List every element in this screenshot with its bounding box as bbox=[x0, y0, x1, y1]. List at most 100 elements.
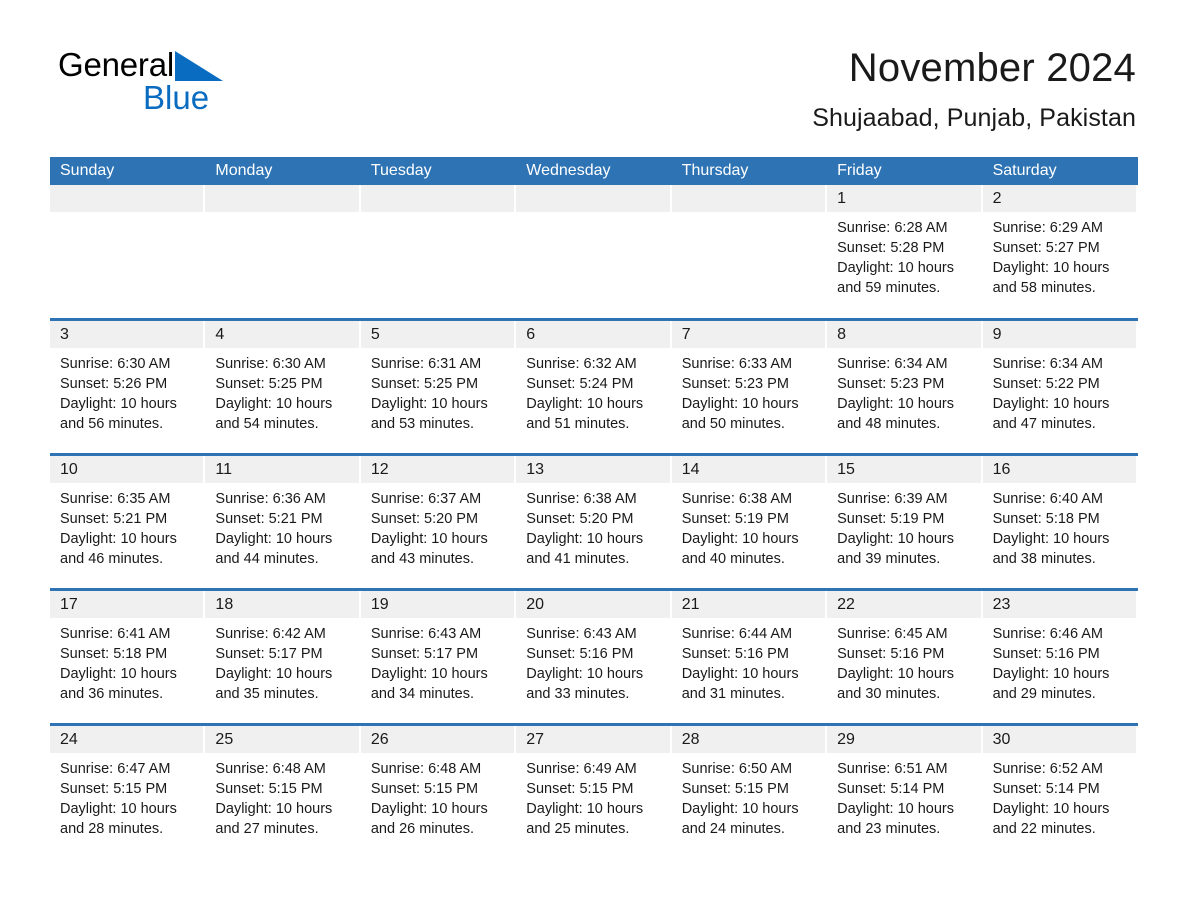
day-cell[interactable]: 28 Sunrise: 6:50 AM Sunset: 5:15 PM Dayligh… bbox=[671, 726, 828, 858]
day-number: 16 bbox=[992, 461, 1011, 478]
day-cell[interactable]: 29 Sunrise: 6:51 AM Sunset: 5:14 PM Dayligh… bbox=[827, 726, 983, 858]
day-cell[interactable]: 4 Sunrise: 6:30 AM Sunset: 5:25 PM Daylight… bbox=[205, 321, 361, 453]
daylight-text-line1: Daylight: 10 hours bbox=[837, 666, 955, 682]
day-cell[interactable]: 24 Sunrise: 6:47 AM Sunset: 5:15 PM Dayligh… bbox=[50, 726, 206, 858]
sunrise-text: Sunrise: 6:43 AM bbox=[526, 626, 637, 642]
sunrise-text: Sunrise: 6:30 AM bbox=[60, 356, 171, 372]
day-number-band: 23 bbox=[982, 591, 1136, 618]
daylight-text-line1: Daylight: 10 hours bbox=[370, 531, 488, 547]
day-number: 6 bbox=[526, 326, 536, 343]
day-number: 5 bbox=[370, 326, 380, 343]
day-number: 1 bbox=[837, 190, 847, 207]
logo-top-row: General bbox=[58, 48, 358, 82]
day-number: 19 bbox=[370, 596, 389, 613]
day-cell[interactable]: 19 Sunrise: 6:43 AM Sunset: 5:17 PM Dayligh… bbox=[360, 591, 517, 723]
sunrise-text: Sunrise: 6:52 AM bbox=[992, 761, 1103, 777]
daylight-text-line2: and 43 minutes. bbox=[370, 551, 475, 567]
day-details: Sunrise: 6:38 AM Sunset: 5:20 PM Daylight:… bbox=[516, 483, 671, 569]
day-number-band: 8 bbox=[827, 321, 981, 348]
day-number-band bbox=[360, 185, 515, 212]
daylight-text-line1: Daylight: 10 hours bbox=[370, 666, 488, 682]
daylight-text-line1: Daylight: 10 hours bbox=[526, 531, 644, 547]
daylight-text-line2: and 25 minutes. bbox=[526, 821, 630, 837]
sunset-text: Sunset: 5:16 PM bbox=[837, 646, 945, 662]
sunset-text: Sunset: 5:16 PM bbox=[681, 646, 789, 662]
day-cell[interactable]: 30 Sunrise: 6:52 AM Sunset: 5:14 PM Dayligh… bbox=[982, 726, 1138, 858]
sunrise-text: Sunrise: 6:39 AM bbox=[837, 491, 948, 507]
day-cell[interactable]: 10 Sunrise: 6:35 AM Sunset: 5:21 PM Dayligh… bbox=[50, 456, 206, 588]
day-number-band: 25 bbox=[205, 726, 359, 753]
day-details: Sunrise: 6:49 AM Sunset: 5:15 PM Daylight:… bbox=[516, 753, 671, 839]
day-cell[interactable]: 20 Sunrise: 6:43 AM Sunset: 5:16 PM Dayligh… bbox=[516, 591, 672, 723]
weekday-tuesday: Tuesday bbox=[370, 162, 432, 179]
day-number: 15 bbox=[837, 461, 855, 478]
week-row: 3 Sunrise: 6:30 AM Sunset: 5:26 PM Daylight… bbox=[50, 318, 1138, 453]
day-cell[interactable]: 25 Sunrise: 6:48 AM Sunset: 5:15 PM Dayligh… bbox=[205, 726, 361, 858]
daylight-text-line1: Daylight: 10 hours bbox=[837, 531, 955, 547]
day-details: Sunrise: 6:38 AM Sunset: 5:19 PM Daylight:… bbox=[672, 483, 827, 569]
day-number-band bbox=[671, 185, 826, 212]
day-number-band: 15 bbox=[827, 456, 981, 483]
day-cell[interactable]: 3 Sunrise: 6:30 AM Sunset: 5:26 PM Daylight… bbox=[50, 321, 206, 453]
daylight-text-line2: and 56 minutes. bbox=[60, 416, 164, 432]
day-cell[interactable]: 11 Sunrise: 6:36 AM Sunset: 5:21 PM Dayligh… bbox=[205, 456, 361, 588]
day-cell[interactable]: 16 Sunrise: 6:40 AM Sunset: 5:18 PM Dayligh… bbox=[982, 456, 1138, 588]
day-number-band: 29 bbox=[827, 726, 981, 753]
day-cell[interactable]: 15 Sunrise: 6:39 AM Sunset: 5:19 PM Dayligh… bbox=[827, 456, 983, 588]
day-number: 11 bbox=[215, 461, 233, 478]
day-cell[interactable]: 9 Sunrise: 6:34 AM Sunset: 5:22 PM Daylight… bbox=[982, 321, 1138, 453]
logo-word-blue: Blue bbox=[143, 79, 210, 116]
sunset-text: Sunset: 5:22 PM bbox=[992, 376, 1100, 392]
week-row: 10 Sunrise: 6:35 AM Sunset: 5:21 PM Dayligh… bbox=[50, 453, 1138, 588]
sunset-text: Sunset: 5:14 PM bbox=[992, 781, 1100, 797]
day-cell[interactable]: 13 Sunrise: 6:38 AM Sunset: 5:20 PM Dayligh… bbox=[516, 456, 672, 588]
day-cell[interactable]: 6 Sunrise: 6:32 AM Sunset: 5:24 PM Daylight… bbox=[516, 321, 672, 453]
day-cell[interactable]: 12 Sunrise: 6:37 AM Sunset: 5:20 PM Dayligh… bbox=[360, 456, 517, 588]
daylight-text-line2: and 34 minutes. bbox=[370, 686, 475, 702]
day-cell[interactable]: 18 Sunrise: 6:42 AM Sunset: 5:17 PM Dayligh… bbox=[205, 591, 361, 723]
daylight-text-line2: and 59 minutes. bbox=[837, 280, 941, 296]
daylight-text-line2: and 38 minutes. bbox=[992, 551, 1096, 567]
day-number-band: 17 bbox=[50, 591, 204, 618]
day-cell[interactable]: 7 Sunrise: 6:33 AM Sunset: 5:23 PM Daylight… bbox=[671, 321, 828, 453]
day-cell[interactable]: 17 Sunrise: 6:41 AM Sunset: 5:18 PM Dayligh… bbox=[50, 591, 206, 723]
day-number: 14 bbox=[681, 461, 700, 478]
day-number-band bbox=[50, 185, 204, 212]
day-cell[interactable]: 27 Sunrise: 6:49 AM Sunset: 5:15 PM Dayligh… bbox=[516, 726, 672, 858]
daylight-text-line1: Daylight: 10 hours bbox=[60, 531, 177, 547]
day-cell[interactable]: 26 Sunrise: 6:48 AM Sunset: 5:15 PM Dayligh… bbox=[360, 726, 517, 858]
day-number: 25 bbox=[215, 731, 234, 748]
sunrise-text: Sunrise: 6:35 AM bbox=[60, 491, 171, 507]
daylight-text-line1: Daylight: 10 hours bbox=[681, 396, 799, 412]
day-number: 2 bbox=[992, 190, 1002, 207]
sunset-text: Sunset: 5:14 PM bbox=[837, 781, 945, 797]
day-cell[interactable]: 22 Sunrise: 6:45 AM Sunset: 5:16 PM Dayligh… bbox=[827, 591, 983, 723]
daylight-text-line2: and 27 minutes. bbox=[215, 821, 319, 837]
daylight-text-line1: Daylight: 10 hours bbox=[681, 801, 799, 817]
daylight-text-line1: Daylight: 10 hours bbox=[837, 260, 955, 276]
day-cell[interactable]: 2 Sunrise: 6:29 AM Sunset: 5:27 PM Daylight… bbox=[982, 185, 1138, 318]
daylight-text-line2: and 48 minutes. bbox=[837, 416, 941, 432]
daylight-text-line1: Daylight: 10 hours bbox=[837, 396, 955, 412]
day-details: Sunrise: 6:30 AM Sunset: 5:25 PM Daylight:… bbox=[205, 348, 360, 434]
weeks-container: 1 Sunrise: 6:28 AM Sunset: 5:28 PM Daylight… bbox=[50, 185, 1138, 858]
brand-logo[interactable]: General Blue bbox=[58, 48, 358, 120]
day-cell[interactable]: 14 Sunrise: 6:38 AM Sunset: 5:19 PM Dayligh… bbox=[671, 456, 828, 588]
page-title: November 2024 bbox=[848, 46, 1136, 90]
day-details: Sunrise: 6:28 AM Sunset: 5:28 PM Daylight:… bbox=[827, 212, 982, 298]
day-details: Sunrise: 6:51 AM Sunset: 5:14 PM Daylight:… bbox=[827, 753, 982, 839]
day-cell[interactable]: 21 Sunrise: 6:44 AM Sunset: 5:16 PM Dayligh… bbox=[671, 591, 828, 723]
daylight-text-line1: Daylight: 10 hours bbox=[215, 666, 333, 682]
day-cell[interactable]: 5 Sunrise: 6:31 AM Sunset: 5:25 PM Daylight… bbox=[360, 321, 517, 453]
day-cell[interactable]: 23 Sunrise: 6:46 AM Sunset: 5:16 PM Dayligh… bbox=[982, 591, 1138, 723]
day-details: Sunrise: 6:52 AM Sunset: 5:14 PM Daylight:… bbox=[983, 753, 1138, 839]
day-cell[interactable]: 8 Sunrise: 6:34 AM Sunset: 5:23 PM Daylight… bbox=[827, 321, 983, 453]
day-cell[interactable]: 1 Sunrise: 6:28 AM Sunset: 5:28 PM Daylight… bbox=[827, 185, 983, 318]
day-details: Sunrise: 6:37 AM Sunset: 5:20 PM Daylight:… bbox=[361, 483, 516, 569]
day-number: 27 bbox=[526, 731, 545, 748]
sunrise-text: Sunrise: 6:34 AM bbox=[837, 356, 948, 372]
sunrise-text: Sunrise: 6:32 AM bbox=[526, 356, 637, 372]
daylight-text-line1: Daylight: 10 hours bbox=[60, 666, 177, 682]
sunset-text: Sunset: 5:20 PM bbox=[370, 511, 479, 527]
logo-word-general: General bbox=[58, 46, 175, 83]
